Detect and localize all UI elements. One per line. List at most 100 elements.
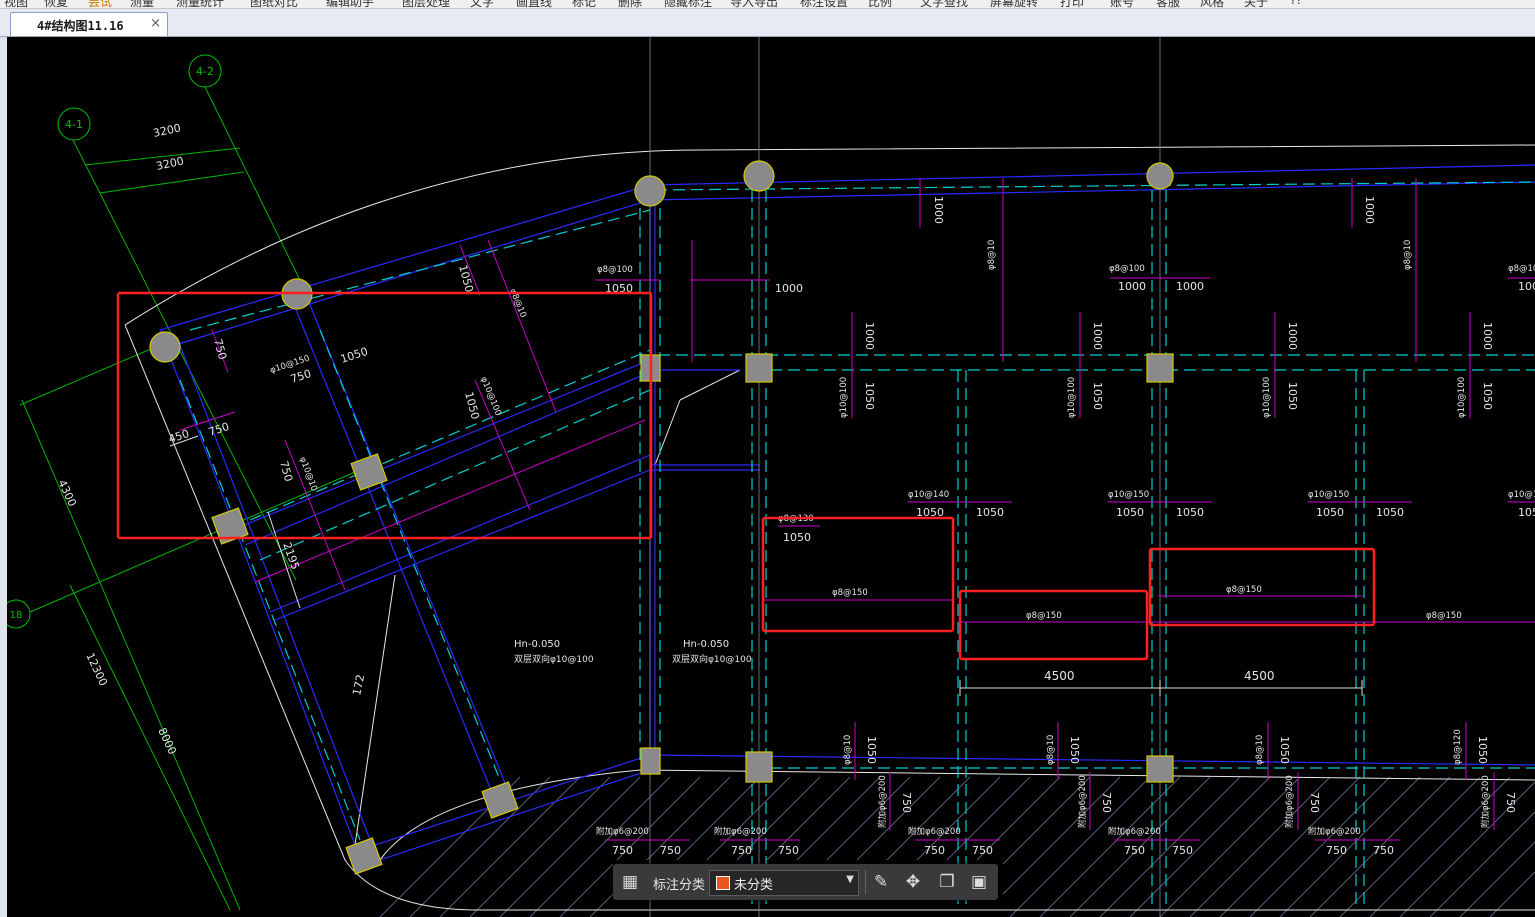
rebar-note: φ8@100 — [597, 265, 633, 275]
rebar-note: φ8@150 — [1026, 611, 1062, 621]
paste-icon[interactable]: ▣ — [967, 870, 991, 894]
rebar-note: φ10@100 — [1457, 377, 1467, 418]
rebar-note: φ8@10 — [1046, 735, 1056, 765]
grid-icon[interactable]: ▦ — [618, 870, 642, 894]
dim-label: 1000 — [1481, 322, 1494, 350]
dim-label: 1050 — [1091, 382, 1104, 410]
menu-item[interactable]: 图层处理 — [402, 0, 450, 8]
dim-label: 750 — [1308, 792, 1321, 813]
rebar-note: φ8@100 — [1109, 264, 1145, 274]
menu-item[interactable]: ?! — [1290, 0, 1301, 7]
menu-item[interactable]: 关于 — [1244, 0, 1268, 8]
menu-item[interactable]: 画直线 — [516, 0, 552, 8]
slab-note: Hn-0.050 — [683, 639, 729, 650]
dim-label: 750 — [900, 792, 913, 813]
menu-item[interactable]: 标记 — [572, 0, 596, 8]
dim-label: 1000 — [1286, 322, 1299, 350]
dim-label: 1050 — [1476, 736, 1489, 764]
category-value: 未分类 — [734, 878, 774, 893]
menu-item[interactable]: 隐藏标注 — [664, 0, 712, 8]
slab-note: 双层双向φ10@100 — [672, 653, 752, 665]
rebar-note: φ8@150 — [1426, 611, 1462, 621]
slab-note: 双层双向φ10@100 — [514, 653, 594, 665]
dim-label: 1000 — [1091, 322, 1104, 350]
edit-icon[interactable]: ✎ — [869, 870, 893, 894]
move-icon[interactable]: ✥ — [901, 870, 925, 894]
rebar-note: φ8@150 — [832, 588, 868, 598]
dim-label: 750 — [1100, 792, 1113, 813]
menu-item[interactable]: 测量统计 — [176, 0, 224, 8]
rebar-note: φ8@10 — [987, 240, 997, 270]
rebar-note: φ8@120 — [1453, 729, 1463, 765]
menu-item[interactable]: 文字 — [470, 0, 494, 8]
drawing-canvas[interactable]: 4-1 4-2 18 3200 3200 4300 12300 8000 750… — [7, 37, 1535, 917]
toolbar-divider — [865, 870, 866, 894]
dim-label: 750 — [1172, 844, 1193, 857]
menu-item[interactable]: 图纸对比 — [250, 0, 298, 8]
dim-label: 750 — [778, 844, 799, 857]
menu-item[interactable]: 尝试 — [88, 0, 112, 8]
dim-label: 1050 — [783, 531, 811, 544]
rebar-note: 附加φ6@200 — [596, 826, 649, 837]
menu-bar: 视图 恢复 尝试 测量 测量统计 图纸对比 编辑助手 图层处理 文字 画直线 标… — [0, 0, 1535, 9]
menu-item[interactable]: 编辑助手 — [326, 0, 374, 8]
category-dropdown[interactable]: 未分类 ▼ — [709, 870, 859, 896]
dim-label: 1000 — [1176, 280, 1204, 293]
dim-label: 1050 — [1068, 736, 1081, 764]
rebar-note: 附加φ6@200 — [1284, 775, 1295, 828]
document-tab-title: 4#结构图11.16 — [37, 19, 124, 33]
rebar-note: φ10@100 — [1067, 377, 1077, 418]
dim-label: 1000 — [775, 282, 803, 295]
menu-item[interactable]: 文字查找 — [920, 0, 968, 8]
dim-label: 1050 — [1176, 506, 1204, 519]
document-tab-strip: 4#结构图11.16 × — [0, 9, 1535, 37]
dim-label: 1050 — [1278, 736, 1291, 764]
dim-label: 1050 — [1376, 506, 1404, 519]
rebar-note: φ10@140 — [908, 490, 949, 500]
menu-item[interactable]: 视图 — [4, 0, 28, 8]
dim-label: 750 — [1124, 844, 1145, 857]
dim-label: 4500 — [1044, 669, 1075, 683]
rebar-note: φ8@10 — [843, 735, 853, 765]
axis-label: 4-2 — [196, 65, 214, 78]
chevron-down-icon: ▼ — [846, 874, 854, 885]
dim-label: 750 — [1504, 792, 1517, 813]
dim-label: 1050 — [1481, 382, 1494, 410]
dim-label: 1000 — [932, 196, 945, 224]
menu-item[interactable]: 导入导出 — [730, 0, 778, 8]
slab-note: Hn-0.050 — [514, 639, 560, 650]
dim-label: 1050 — [1518, 506, 1535, 519]
dim-label: 750 — [972, 844, 993, 857]
dim-label: 750 — [1326, 844, 1347, 857]
dim-label: 1000 — [1118, 280, 1146, 293]
menu-item[interactable]: 测量 — [130, 0, 154, 8]
menu-item[interactable]: 恢复 — [44, 0, 68, 8]
menu-item[interactable]: 打印 — [1060, 0, 1084, 8]
menu-item[interactable]: 客服 — [1156, 0, 1180, 8]
rebar-note: φ8@150 — [1226, 585, 1262, 595]
copy-icon[interactable]: ❐ — [935, 870, 959, 894]
dim-label: 4500 — [1244, 669, 1275, 683]
dim-label: 750 — [731, 844, 752, 857]
rebar-note: 附加φ6@200 — [1480, 775, 1491, 828]
dim-label: 750 — [660, 844, 681, 857]
annotation-toolbar: ▦ 标注分类 未分类 ▼ ✎ ✥ ❐ ▣ — [613, 864, 998, 900]
rebar-note: φ10@100 — [839, 377, 849, 418]
rebar-note: 附加φ6@200 — [714, 826, 767, 837]
menu-item[interactable]: 比例 — [868, 0, 892, 8]
close-icon[interactable]: × — [150, 16, 161, 31]
menu-item[interactable]: 标注设置 — [800, 0, 848, 8]
dim-label: 1050 — [1286, 382, 1299, 410]
dim-label: 1000 — [863, 322, 876, 350]
rebar-note: φ10@150 — [1108, 490, 1149, 500]
menu-item[interactable]: 屏幕旋转 — [990, 0, 1038, 8]
rebar-note: φ8@100 — [1508, 264, 1535, 274]
dim-label: 1050 — [976, 506, 1004, 519]
dim-label: 750 — [1373, 844, 1394, 857]
dim-label: 1050 — [1116, 506, 1144, 519]
menu-item[interactable]: 风格 — [1200, 0, 1224, 8]
category-label: 标注分类 — [653, 878, 706, 893]
document-tab[interactable]: 4#结构图11.16 × — [10, 12, 168, 36]
menu-item[interactable]: 账号 — [1110, 0, 1134, 8]
menu-item[interactable]: 删除 — [618, 0, 642, 8]
